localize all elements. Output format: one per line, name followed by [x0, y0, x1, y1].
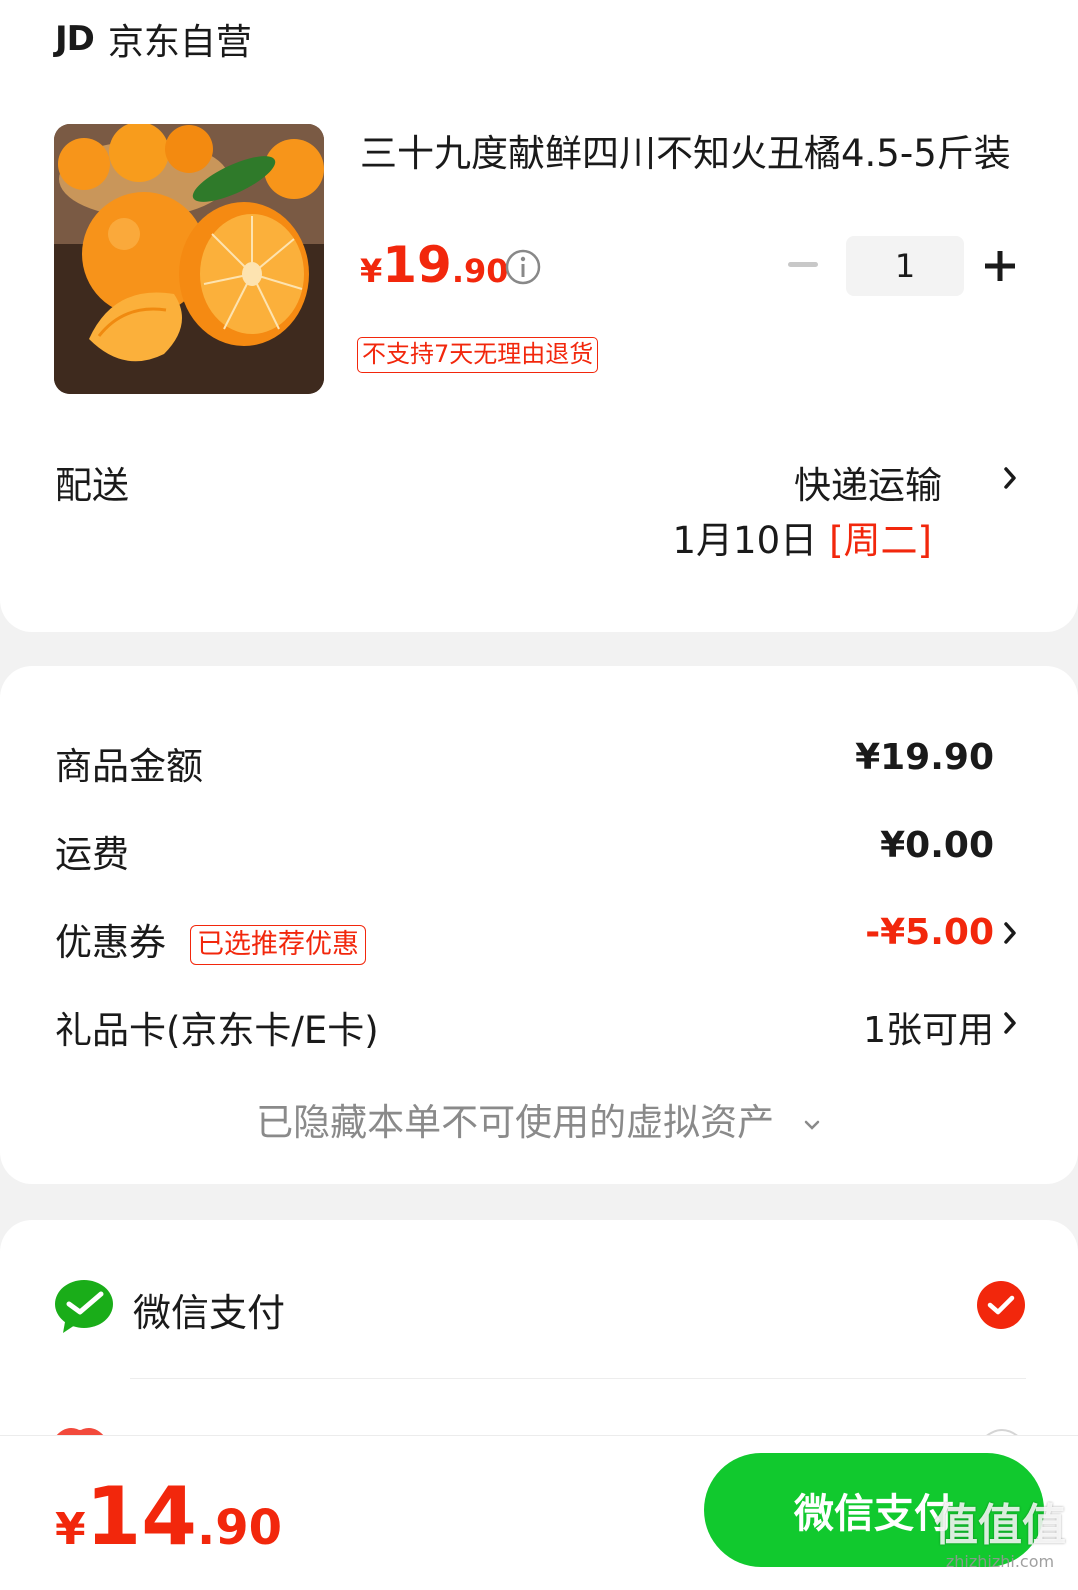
decrease-button[interactable]: [788, 262, 818, 267]
jd-logo: JD: [55, 19, 95, 59]
hidden-assets-toggle[interactable]: 已隐藏本单不可使用的虚拟资产: [0, 1092, 1078, 1146]
giftcard-label: 礼品卡(京东卡/E卡): [55, 1009, 379, 1052]
coupon-recommend-tag: 已选推荐优惠: [190, 925, 366, 965]
coupon-value[interactable]: -¥5.00: [865, 912, 994, 953]
quantity-input[interactable]: 1: [846, 236, 964, 296]
giftcard-value[interactable]: 1张可用: [863, 1001, 994, 1053]
shop-name: 京东自营: [107, 22, 252, 63]
price-integer: 19: [382, 236, 452, 294]
selected-check-icon[interactable]: [976, 1280, 1026, 1330]
goods-amount-value: ¥19.90: [855, 737, 994, 778]
shipping-label: 运费: [55, 833, 129, 876]
price-currency: ¥: [360, 252, 383, 290]
hidden-assets-text: 已隐藏本单不可使用的虚拟资产: [256, 1101, 775, 1144]
price-decimal: .90: [451, 252, 509, 290]
delivery-day: 1月10日: [672, 519, 818, 562]
chevron-right-icon[interactable]: [1003, 1011, 1017, 1035]
goods-amount-label: 商品金额: [55, 745, 203, 788]
delivery-weekday: [周二]: [829, 519, 932, 562]
chevron-right-icon[interactable]: [1003, 921, 1017, 945]
product-image[interactable]: [54, 124, 324, 394]
coupon-label: 优惠券: [55, 921, 166, 964]
checkout-page: JD 京东自营 三十九度献鲜四川不知火丑橘4.5-5斤装 ¥ 19 .90 1 …: [0, 0, 1078, 1590]
payment-divider: [130, 1378, 1026, 1379]
watermark-text: 值值值: [934, 1500, 1066, 1551]
total-integer: 14: [85, 1470, 197, 1563]
watermark-url: zhizhizhi.com: [945, 1552, 1055, 1571]
product-price: ¥ 19 .90: [360, 236, 509, 294]
shop-header: JD 京东自营: [55, 14, 252, 64]
total-price: ¥ 14 .90: [55, 1470, 282, 1563]
product-card: JD 京东自营 三十九度献鲜四川不知火丑橘4.5-5斤装 ¥ 19 .90 1 …: [0, 0, 1078, 632]
total-currency: ¥: [55, 1504, 86, 1555]
chevron-down-icon: [804, 1120, 820, 1130]
shipping-value: ¥0.00: [880, 825, 994, 866]
info-icon[interactable]: [504, 248, 542, 286]
delivery-label: 配送: [55, 464, 129, 507]
delivery-date[interactable]: 1月10日 [周二]: [673, 510, 933, 564]
increase-button[interactable]: [980, 246, 1020, 286]
total-decimal: .90: [196, 1500, 282, 1556]
wechat-pay-icon: [55, 1280, 113, 1333]
no-return-tag: 不支持7天无理由退货: [357, 337, 599, 373]
quantity-stepper: 1: [780, 236, 1030, 296]
chevron-right-icon[interactable]: [1003, 466, 1017, 490]
payment-method-label[interactable]: 微信支付: [133, 1282, 285, 1337]
product-title[interactable]: 三十九度献鲜四川不知火丑橘4.5-5斤装: [360, 128, 1020, 180]
watermark: 值值值 zhizhizhi.com: [925, 1500, 1075, 1590]
delivery-method[interactable]: 快递运输: [794, 455, 942, 509]
